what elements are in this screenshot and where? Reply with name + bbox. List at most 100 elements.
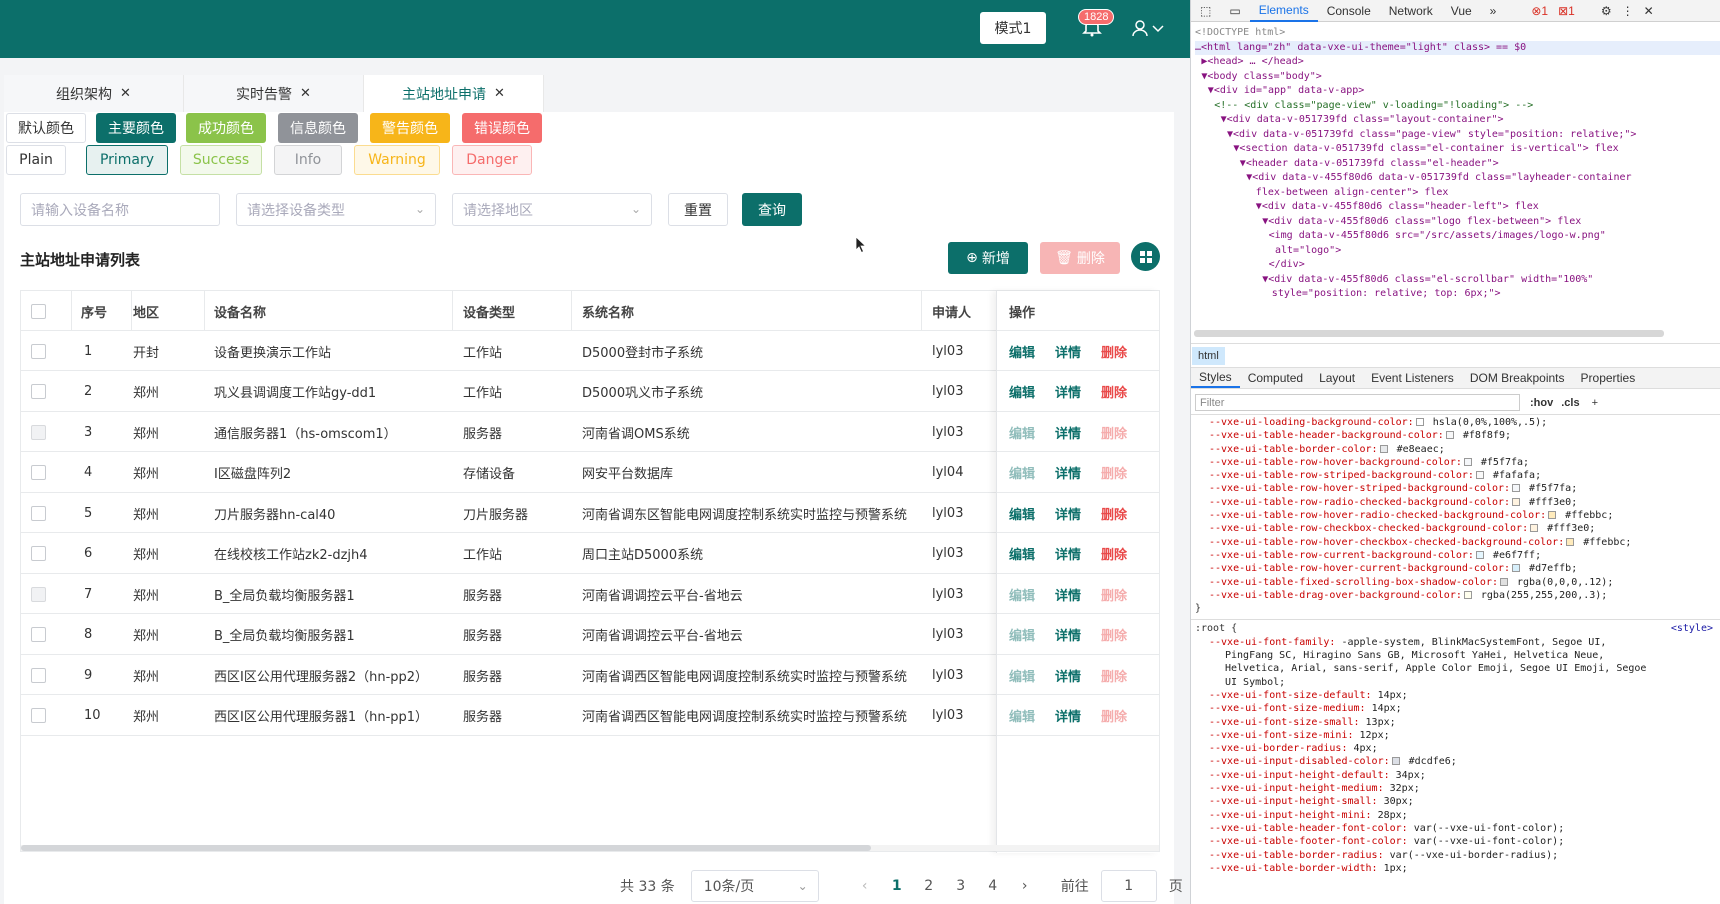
style-declaration[interactable]: --vxe-ui-table-row-striped-background-co…	[1195, 469, 1720, 482]
dom-node-line[interactable]: …<html lang="zh" data-vxe-ui-theme="ligh…	[1195, 40, 1720, 55]
query-button[interactable]: 查询	[742, 193, 802, 226]
device-toggle-icon[interactable]: ▭	[1220, 0, 1249, 22]
page-3[interactable]: 3	[945, 878, 977, 894]
style-declaration[interactable]: --vxe-ui-table-row-hover-current-backgro…	[1195, 562, 1720, 575]
tab-styles[interactable]: Styles	[1191, 368, 1240, 388]
dom-node-line[interactable]: alt="logo">	[1195, 244, 1720, 259]
dom-node-line[interactable]: <!DOCTYPE html>	[1195, 26, 1720, 41]
tab-event-listeners[interactable]: Event Listeners	[1363, 368, 1462, 388]
dom-node-line[interactable]: ▶<head> … </head>	[1195, 55, 1720, 70]
style-declaration[interactable]: --vxe-ui-border-radius: 4px;	[1195, 742, 1720, 755]
row-checkbox[interactable]	[31, 615, 46, 655]
success-color-button[interactable]: 成功颜色	[186, 113, 266, 143]
tab-address-apply[interactable]: 主站地址申请 ✕	[364, 75, 544, 112]
plain-danger-button[interactable]: Danger	[452, 145, 532, 175]
style-declaration[interactable]: --vxe-ui-input-height-mini: 28px;	[1195, 809, 1720, 822]
tab-elements[interactable]: Elements	[1249, 0, 1318, 22]
dom-node-line[interactable]: ▼<body class="body">	[1195, 70, 1720, 85]
dom-node-line[interactable]: ▼<div data-v-051739fd class="page-view" …	[1195, 128, 1720, 143]
primary-color-button[interactable]: 主要颜色	[96, 113, 176, 143]
style-declaration[interactable]: --vxe-ui-table-border-width: 1px;	[1195, 862, 1720, 875]
close-icon[interactable]: ✕	[120, 86, 131, 101]
dom-node-line[interactable]: ▼<div data-v-455f80d6 class="header-left…	[1195, 200, 1720, 215]
style-declaration[interactable]: --vxe-ui-table-header-font-color: var(--…	[1195, 822, 1720, 835]
style-declaration[interactable]: --vxe-ui-table-row-hover-striped-backgro…	[1195, 482, 1720, 495]
add-button[interactable]: ⊕ 新增	[948, 242, 1028, 274]
style-declaration[interactable]: --vxe-ui-font-size-default: 14px;	[1195, 689, 1720, 702]
select-all-checkbox[interactable]	[31, 291, 51, 331]
style-declaration[interactable]: --vxe-ui-input-height-default: 34px;	[1195, 769, 1720, 782]
issue-count[interactable]: ⊠1	[1558, 4, 1575, 18]
cls-toggle[interactable]: .cls	[1561, 397, 1579, 409]
style-declaration[interactable]: --vxe-ui-table-row-hover-checkbox-checke…	[1195, 536, 1720, 549]
dom-scrollbar[interactable]	[1194, 330, 1664, 337]
filter-input[interactable]: Filter	[1195, 394, 1520, 411]
dom-tree[interactable]: <!DOCTYPE html> …<html lang="zh" data-vxe…	[1191, 22, 1720, 322]
tab-computed[interactable]: Computed	[1240, 368, 1311, 388]
dom-node-line[interactable]: <img data-v-455f80d6 src="/src/assets/im…	[1195, 229, 1720, 244]
tab-layout[interactable]: Layout	[1311, 368, 1363, 388]
close-icon[interactable]: ✕	[494, 86, 505, 101]
style-declaration[interactable]: --vxe-ui-input-height-small: 30px;	[1195, 795, 1720, 808]
style-declaration[interactable]: --vxe-ui-table-border-color: #e8eaec;	[1195, 443, 1720, 456]
info-color-button[interactable]: 信息颜色	[278, 113, 358, 143]
tab-properties[interactable]: Properties	[1573, 368, 1644, 388]
tab-console[interactable]: Console	[1318, 0, 1380, 22]
row-checkbox[interactable]	[31, 655, 46, 695]
dom-node-line[interactable]: <!-- <div class="page-view" v-loading="!…	[1195, 99, 1720, 114]
dom-node-line[interactable]: </div>	[1195, 258, 1720, 273]
row-checkbox[interactable]	[31, 372, 46, 412]
goto-page-input[interactable]: 1	[1100, 870, 1157, 902]
delete-button[interactable]: 🗑 删除	[1040, 242, 1120, 274]
tab-alarm[interactable]: 实时告警 ✕	[184, 75, 364, 112]
tab-dom-breakpoints[interactable]: DOM Breakpoints	[1462, 368, 1573, 388]
close-icon[interactable]: ✕	[1644, 4, 1654, 18]
device-type-select[interactable]: 请选择设备类型 ⌄	[236, 193, 436, 226]
style-declaration[interactable]: --vxe-ui-table-fixed-scrolling-box-shado…	[1195, 576, 1720, 589]
dom-node-line[interactable]: ▼<div data-v-455f80d6 class="logo flex-b…	[1195, 215, 1720, 230]
hov-toggle[interactable]: :hov	[1530, 397, 1553, 409]
row-checkbox[interactable]	[31, 574, 46, 614]
style-declaration[interactable]: --vxe-ui-input-disabled-color: #dcdfe6;	[1195, 755, 1720, 768]
inspect-icon[interactable]: ⬚	[1191, 0, 1220, 22]
style-declaration[interactable]: --vxe-ui-table-footer-font-color: var(--…	[1195, 835, 1720, 848]
row-checkbox[interactable]	[31, 412, 46, 452]
style-declaration[interactable]: --vxe-ui-table-row-checkbox-checked-back…	[1195, 522, 1720, 535]
style-declaration[interactable]: --vxe-ui-font-family: -apple-system, Bli…	[1195, 636, 1720, 649]
style-declaration[interactable]: --vxe-ui-table-row-current-background-co…	[1195, 549, 1720, 562]
style-declaration[interactable]: --vxe-ui-input-height-medium: 32px;	[1195, 782, 1720, 795]
column-settings-button[interactable]	[1131, 242, 1160, 271]
style-declaration[interactable]: --vxe-ui-table-row-hover-radio-checked-b…	[1195, 509, 1720, 522]
style-declaration[interactable]: --vxe-ui-font-size-mini: 12px;	[1195, 729, 1720, 742]
prev-page-icon[interactable]: ‹	[849, 878, 881, 894]
style-declaration[interactable]: Helvetica, Arial, sans-serif, Apple Colo…	[1195, 662, 1720, 675]
style-declaration[interactable]: --vxe-ui-table-header-background-color: …	[1195, 429, 1720, 442]
style-declaration[interactable]: --vxe-ui-table-row-radio-checked-backgro…	[1195, 496, 1720, 509]
close-icon[interactable]: ✕	[300, 86, 311, 101]
danger-color-button[interactable]: 错误颜色	[462, 113, 542, 143]
style-declaration[interactable]: --vxe-ui-font-size-medium: 14px;	[1195, 702, 1720, 715]
plain-info-button[interactable]: Info	[274, 145, 342, 175]
dom-node-line[interactable]: ▼<div data-v-455f80d6 class="el-scrollba…	[1195, 273, 1720, 288]
dom-node-line[interactable]: ▼<section data-v-051739fd class="el-cont…	[1195, 142, 1720, 157]
root-selector[interactable]: :root {<style>	[1195, 622, 1720, 635]
style-declaration[interactable]: --vxe-ui-table-row-hover-background-colo…	[1195, 456, 1720, 469]
reset-button[interactable]: 重置	[668, 193, 728, 226]
more-tabs-icon[interactable]: »	[1481, 0, 1506, 22]
plus-icon[interactable]: +	[1592, 397, 1598, 409]
region-select[interactable]: 请选择地区 ⌄	[452, 193, 652, 226]
dom-node-line[interactable]: ▼<div data-v-051739fd class="layout-cont…	[1195, 113, 1720, 128]
row-checkbox[interactable]	[31, 453, 46, 493]
plain-success-button[interactable]: Success	[180, 145, 262, 175]
style-declaration[interactable]: --vxe-ui-table-border-radius: var(--vxe-…	[1195, 849, 1720, 862]
plain-warning-button[interactable]: Warning	[354, 145, 440, 175]
page-1[interactable]: 1	[881, 878, 913, 894]
mode-button[interactable]: 模式1	[980, 12, 1046, 44]
dom-node-line[interactable]: ▼<div id="app" data-v-app>	[1195, 84, 1720, 99]
kebab-menu-icon[interactable]: ⋮	[1622, 4, 1634, 18]
row-checkbox[interactable]	[31, 696, 46, 736]
style-declaration[interactable]: PingFang SC, Hiragino Sans GB, Microsoft…	[1195, 649, 1720, 662]
user-menu[interactable]	[1132, 18, 1166, 42]
error-count[interactable]: ⊗1	[1531, 4, 1548, 18]
page-4[interactable]: 4	[977, 878, 1009, 894]
